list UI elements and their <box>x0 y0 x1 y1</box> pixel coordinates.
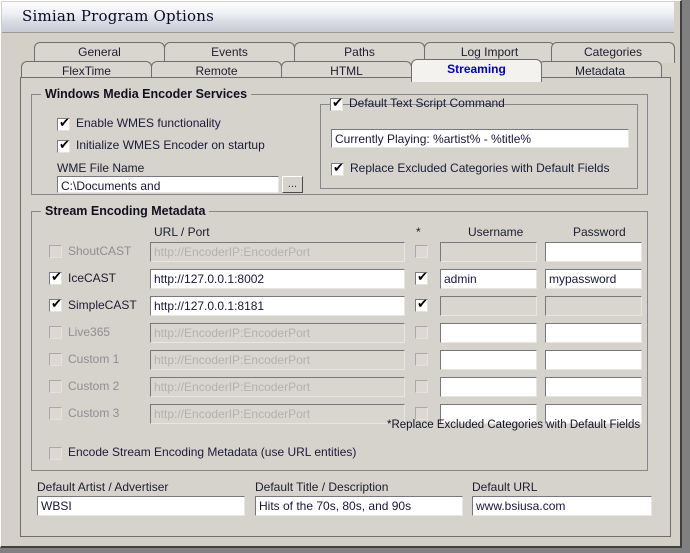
check-icon: ✔ <box>51 297 62 312</box>
tab-streaming[interactable]: Streaming <box>411 59 542 82</box>
stream-label-custom-1: Custom 1 <box>68 352 120 366</box>
wme-file-browse-button[interactable]: ... <box>282 176 303 193</box>
check-icon: ✔ <box>417 270 428 285</box>
streaming-tab-panel: Windows Media Encoder Services ✔ Enable … <box>20 77 671 537</box>
wme-file-name-input[interactable]: C:\Documents and <box>57 176 279 193</box>
options-window: Simian Program Options General Events Path… <box>0 0 682 548</box>
password-input-live365[interactable] <box>545 323 642 343</box>
url-port-input-live365[interactable]: http://EncoderIP:EncoderPort <box>150 323 405 343</box>
enable-wmes-checkbox[interactable]: ✔ <box>57 116 70 131</box>
wmes-group: Windows Media Encoder Services ✔ Enable … <box>31 87 648 195</box>
stream-label-custom-3: Custom 3 <box>68 406 120 420</box>
tab-events[interactable]: Events <box>164 42 295 63</box>
stream-label-simplecast: SimpleCAST <box>68 298 137 312</box>
encode-metadata-checkbox[interactable] <box>49 447 62 460</box>
default-artist-input[interactable]: WBSI <box>37 496 245 516</box>
default-script-command-group: ✔ Default Text Script Command Currently … <box>320 96 638 189</box>
enable-wmes-label: Enable WMES functionality <box>76 116 221 130</box>
check-icon: ✔ <box>59 116 70 131</box>
window-title: Simian Program Options <box>22 7 214 25</box>
url-port-input-custom-2[interactable]: http://EncoderIP:EncoderPort <box>150 377 405 397</box>
username-input-simplecast[interactable] <box>440 296 537 316</box>
password-input-custom-1[interactable] <box>545 350 642 370</box>
stream-encoding-group: Stream Encoding Metadata URL / Port * Us… <box>31 204 648 471</box>
defaults-row: Default Artist / Advertiser WBSI Default… <box>31 480 652 526</box>
check-icon: ✔ <box>59 138 70 153</box>
username-input-live365[interactable] <box>440 323 537 343</box>
password-input-shoutcast[interactable] <box>545 242 642 262</box>
star-checkbox-simplecast[interactable]: ✔ <box>415 297 428 312</box>
username-input-custom-2[interactable] <box>440 377 537 397</box>
default-artist-label: Default Artist / Advertiser <box>37 480 169 494</box>
star-checkbox-custom-2[interactable] <box>415 380 428 393</box>
tab-general[interactable]: General <box>34 42 165 63</box>
tab-categories[interactable]: Categories <box>551 42 675 63</box>
star-footnote: *Replace Excluded Categories with Defaul… <box>387 419 641 431</box>
enable-checkbox-icecast[interactable]: ✔ <box>49 270 62 285</box>
star-checkbox-live365[interactable] <box>415 326 428 339</box>
default-url-label: Default URL <box>472 480 538 494</box>
default-script-command-label: Default Text Script Command <box>349 96 505 110</box>
star-checkbox-icecast[interactable]: ✔ <box>415 270 428 285</box>
password-input-custom-2[interactable] <box>545 377 642 397</box>
enable-checkbox-shoutcast[interactable] <box>49 245 62 258</box>
enable-checkbox-custom-3[interactable] <box>49 407 62 420</box>
title-bar: Simian Program Options <box>2 2 674 33</box>
tab-strip: General Events Paths Log Import Categories F… <box>21 42 675 82</box>
wme-file-name-label: WME File Name <box>57 161 145 175</box>
enable-checkbox-custom-2[interactable] <box>49 380 62 393</box>
init-wmes-checkbox[interactable]: ✔ <box>57 138 70 153</box>
stream-label-live365: Live365 <box>68 325 111 339</box>
check-icon: ✔ <box>333 161 344 176</box>
default-title-label: Default Title / Description <box>255 480 389 494</box>
check-icon: ✔ <box>51 270 62 285</box>
tab-paths[interactable]: Paths <box>294 42 425 63</box>
enable-checkbox-simplecast[interactable]: ✔ <box>49 297 62 312</box>
column-header-star: * <box>416 225 421 239</box>
url-port-input-custom-3[interactable]: http://EncoderIP:EncoderPort <box>150 404 405 424</box>
check-icon: ✔ <box>417 297 428 312</box>
url-port-input-shoutcast[interactable]: http://EncoderIP:EncoderPort <box>150 242 405 262</box>
default-title-input[interactable]: Hits of the 70s, 80s, and 90s <box>255 496 463 516</box>
script-command-input[interactable]: Currently Playing: %artist% - %title% <box>331 129 629 148</box>
username-input-icecast[interactable]: admin <box>440 269 537 289</box>
stream-label-icecast: IceCAST <box>68 271 117 285</box>
column-header-username: Username <box>468 225 524 239</box>
url-port-input-simplecast[interactable]: http://127.0.0.1:8181 <box>150 296 405 316</box>
default-script-command-checkbox[interactable]: ✔ <box>330 96 343 111</box>
column-header-password: Password <box>573 225 626 239</box>
stream-label-custom-2: Custom 2 <box>68 379 120 393</box>
url-port-input-custom-1[interactable]: http://EncoderIP:EncoderPort <box>150 350 405 370</box>
default-url-input[interactable]: www.bsiusa.com <box>472 496 652 516</box>
wmes-group-title: Windows Media Encoder Services <box>41 87 252 101</box>
enable-checkbox-live365[interactable] <box>49 326 62 339</box>
stream-label-shoutcast: ShoutCAST <box>68 244 132 258</box>
password-input-simplecast[interactable] <box>545 296 642 316</box>
encode-metadata-label: Encode Stream Encoding Metadata (use URL… <box>68 445 357 459</box>
username-input-shoutcast[interactable] <box>440 242 537 262</box>
enable-checkbox-custom-1[interactable] <box>49 353 62 366</box>
password-input-icecast[interactable]: mypassword <box>545 269 642 289</box>
init-wmes-label: Initialize WMES Encoder on startup <box>76 138 265 152</box>
replace-excluded-checkbox[interactable]: ✔ <box>331 161 344 176</box>
url-port-input-icecast[interactable]: http://127.0.0.1:8002 <box>150 269 405 289</box>
username-input-custom-1[interactable] <box>440 350 537 370</box>
check-icon: ✔ <box>332 96 343 111</box>
column-header-url: URL / Port <box>154 225 210 239</box>
star-checkbox-custom-1[interactable] <box>415 353 428 366</box>
star-checkbox-shoutcast[interactable] <box>415 245 428 258</box>
replace-excluded-label: Replace Excluded Categories with Default… <box>350 161 610 175</box>
stream-encoding-group-title: Stream Encoding Metadata <box>41 204 210 218</box>
